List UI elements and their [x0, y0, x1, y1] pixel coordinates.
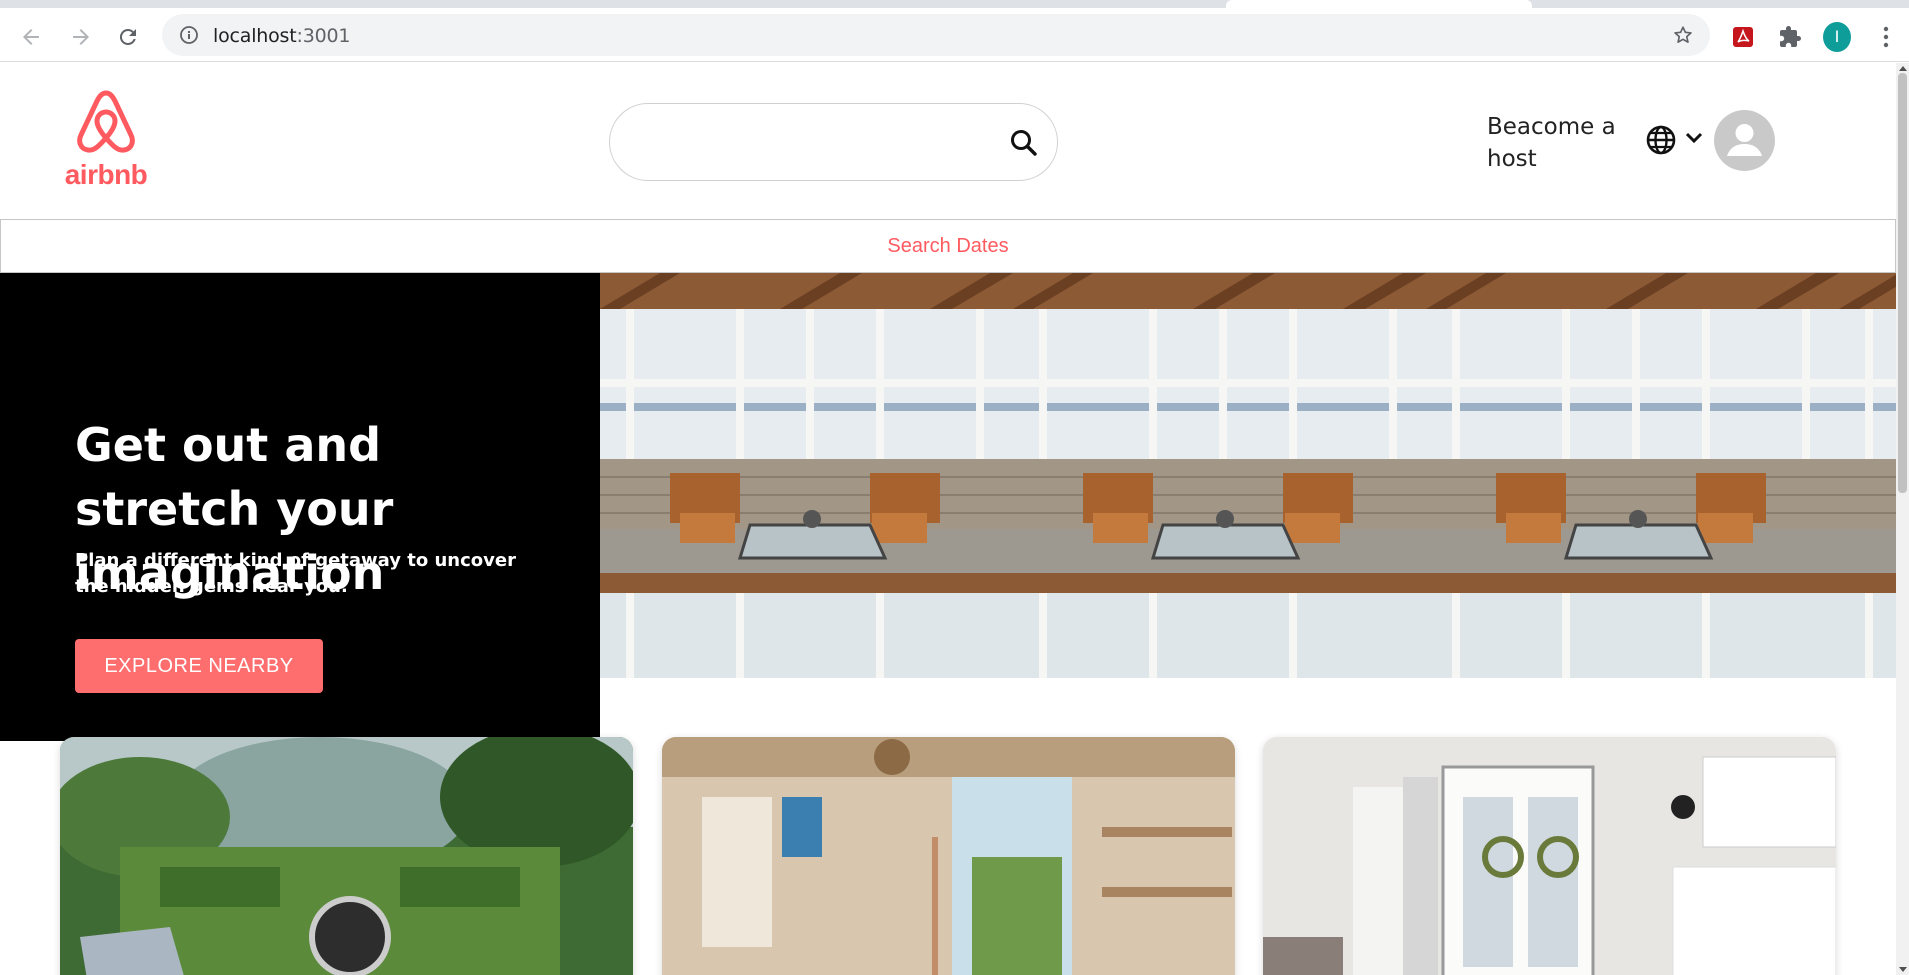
listing-card-garden[interactable]	[60, 737, 633, 975]
profile-avatar[interactable]: I	[1823, 22, 1851, 52]
listing-photo	[662, 737, 1235, 975]
more-vert-icon[interactable]	[1872, 23, 1900, 51]
user-avatar-icon[interactable]	[1714, 110, 1775, 171]
star-icon[interactable]	[1672, 24, 1694, 51]
active-tab[interactable]	[1226, 0, 1532, 8]
site-header: airbnb Beacome a host	[0, 63, 1896, 219]
forward-icon[interactable]	[66, 22, 96, 52]
become-host-link[interactable]: Beacome a host	[1487, 111, 1617, 175]
airbnb-logo-icon	[77, 90, 135, 153]
chevron-down-icon[interactable]	[1684, 128, 1704, 153]
search-input[interactable]	[636, 124, 996, 162]
listing-card-apartment[interactable]	[1263, 737, 1836, 975]
globe-icon[interactable]	[1645, 124, 1677, 161]
puzzle-extension-icon[interactable]	[1776, 23, 1804, 51]
scroll-up-icon[interactable]	[1899, 66, 1907, 71]
scroll-down-icon[interactable]	[1899, 967, 1907, 972]
hero-image	[600, 273, 1896, 678]
logo-wordmark: airbnb	[64, 159, 148, 190]
hero-room-photo	[600, 273, 1896, 678]
info-icon[interactable]	[179, 25, 199, 50]
page-scrollbar[interactable]	[1896, 63, 1909, 975]
hero-subtitle: Plan a different kind of getaway to unco…	[75, 550, 516, 597]
search-dates-button[interactable]: Search Dates	[0, 219, 1896, 273]
back-icon[interactable]	[16, 22, 46, 52]
search-bar[interactable]	[609, 103, 1058, 181]
explore-nearby-button[interactable]: EXPLORE NEARBY	[75, 639, 323, 693]
page: airbnb Beacome a host Search Dates Get o…	[0, 63, 1896, 975]
airbnb-logo[interactable]: airbnb	[60, 89, 152, 193]
reload-icon[interactable]	[113, 22, 143, 52]
url-text: localhost:3001	[213, 25, 351, 47]
browser-toolbar: localhost:3001 I	[0, 8, 1909, 62]
search-icon[interactable]	[1009, 128, 1039, 163]
listing-card-cabin[interactable]	[662, 737, 1235, 975]
listing-photo	[60, 737, 633, 975]
tab-strip	[0, 0, 1909, 8]
scroll-thumb[interactable]	[1898, 73, 1907, 493]
address-bar[interactable]: localhost:3001	[162, 14, 1710, 56]
pdf-extension-icon[interactable]	[1729, 23, 1757, 51]
hero-panel: Get out and stretch your imagination Pla…	[0, 273, 600, 741]
listing-photo	[1263, 737, 1836, 975]
